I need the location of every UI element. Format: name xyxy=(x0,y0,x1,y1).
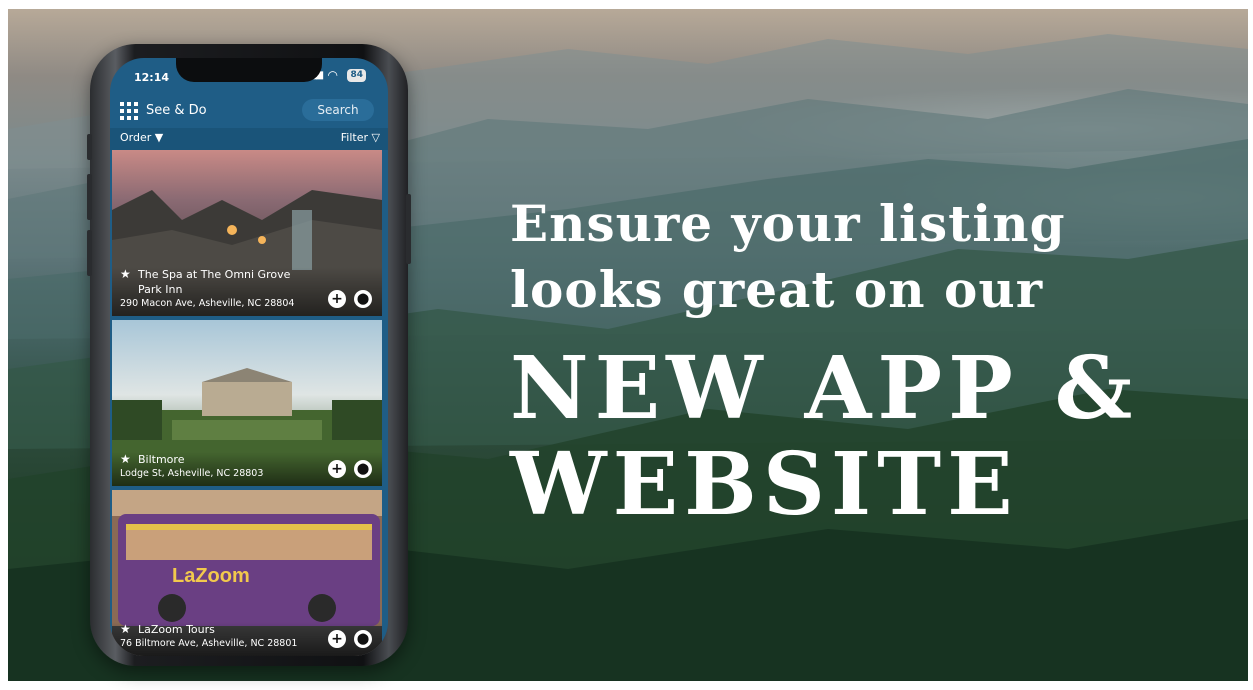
wifi-icon: ◠ xyxy=(327,68,338,82)
listing-card[interactable]: ★ Biltmore Lodge St, Asheville, NC 28803 … xyxy=(112,320,382,486)
map-pin-icon[interactable]: ⬤ xyxy=(354,460,372,478)
phone-mockup: 12:14 ▂▄▆ ◠ 84 See & Do Search Order ▼ F… xyxy=(87,44,411,666)
add-icon[interactable]: + xyxy=(328,290,346,308)
star-icon: ★ xyxy=(120,267,131,281)
listing-name-line-1: LaZoom Tours xyxy=(138,623,215,636)
phone-screen: 12:14 ▂▄▆ ◠ 84 See & Do Search Order ▼ F… xyxy=(110,58,388,656)
phone-power-button xyxy=(406,194,411,264)
headline-line-3: NEW APP & xyxy=(510,338,1139,439)
star-icon: ★ xyxy=(120,622,131,636)
phone-notch xyxy=(176,58,322,82)
headline: Ensure your listing looks great on our N… xyxy=(510,191,1170,533)
filter-bar: Order ▼ Filter ▽ xyxy=(110,128,388,150)
app-bar: See & Do Search xyxy=(110,96,388,128)
menu-grid-icon[interactable] xyxy=(120,102,138,120)
listing-actions: + ⬤ xyxy=(328,290,372,308)
filter-label: Filter xyxy=(340,131,369,144)
listing-name-line-1: The Spa at The Omni Grove xyxy=(138,268,291,281)
filter-icon: ▽ xyxy=(371,131,380,144)
map-pin-icon[interactable]: ⬤ xyxy=(354,630,372,648)
headline-line-2: looks great on our xyxy=(510,260,1044,319)
phone-side-button xyxy=(87,134,92,160)
headline-line-4: WEBSITE xyxy=(510,434,1019,535)
map-pin-icon[interactable]: ⬤ xyxy=(354,290,372,308)
listing-name-line-1: Biltmore xyxy=(138,453,185,466)
listing-actions: + ⬤ xyxy=(328,630,372,648)
star-icon: ★ xyxy=(120,452,131,466)
battery-icon: 84 xyxy=(347,69,366,82)
status-time: 12:14 xyxy=(134,71,170,84)
search-button[interactable]: Search xyxy=(302,99,374,121)
headline-line-1: Ensure your listing xyxy=(510,194,1066,253)
order-dropdown[interactable]: Order ▼ xyxy=(120,131,163,144)
listing-actions: + ⬤ xyxy=(328,460,372,478)
listing-card[interactable]: LaZoom ★ LaZoom Tours 76 Biltmore Ave, As… xyxy=(112,490,382,656)
phone-volume-down xyxy=(87,230,92,276)
filter-button[interactable]: Filter ▽ xyxy=(341,131,380,144)
listing-card[interactable]: ★ The Spa at The Omni Grove Park Inn 290 M… xyxy=(112,150,382,316)
listing-name-line-2: Park Inn xyxy=(138,283,183,296)
bus-sign: LaZoom xyxy=(172,565,250,587)
app-title: See & Do xyxy=(146,103,207,118)
listing-list: ★ The Spa at The Omni Grove Park Inn 290 M… xyxy=(112,150,382,656)
add-icon[interactable]: + xyxy=(328,460,346,478)
add-icon[interactable]: + xyxy=(328,630,346,648)
phone-volume-up xyxy=(87,174,92,220)
